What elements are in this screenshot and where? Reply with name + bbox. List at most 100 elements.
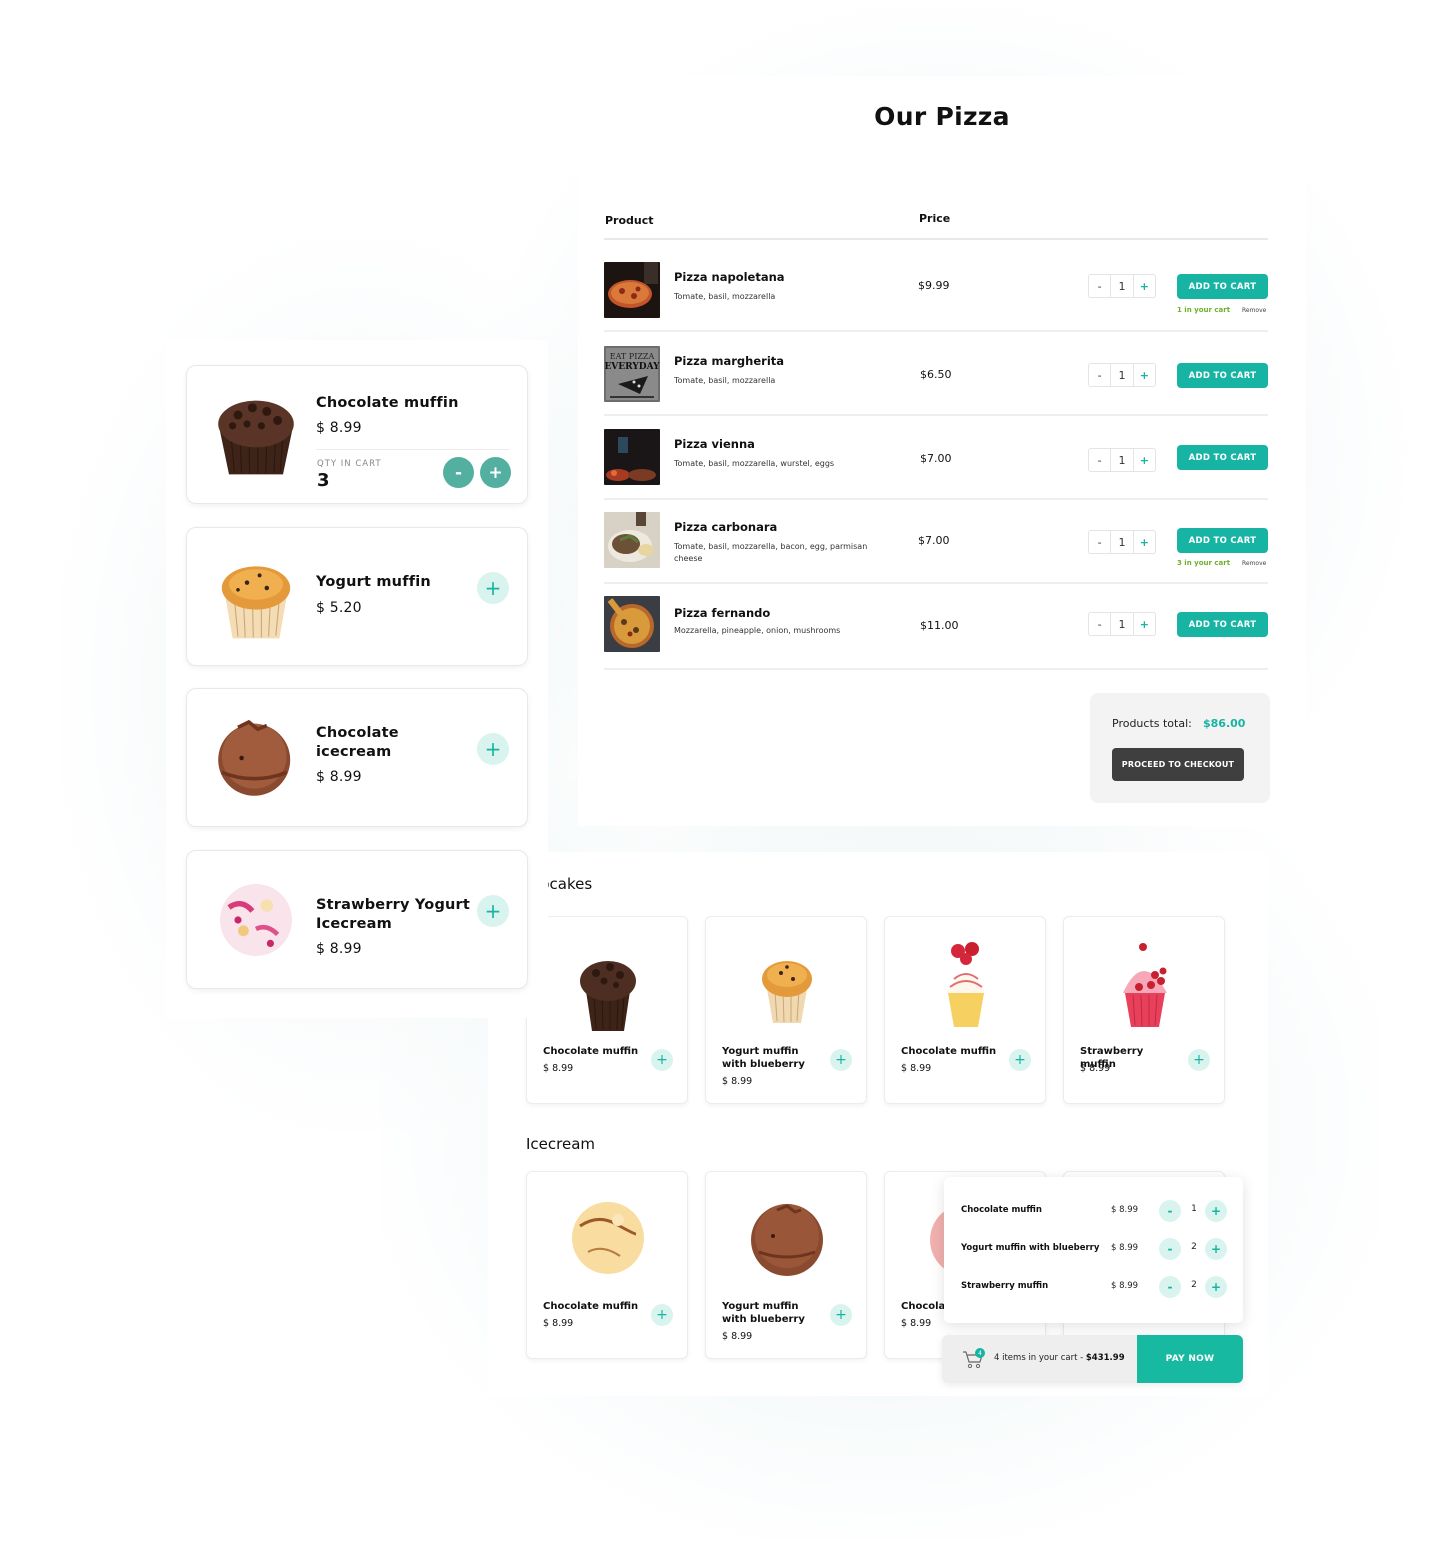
product-price: $ 8.99 <box>722 1076 753 1087</box>
cart-popover: Chocolate muffin $ 8.99 - 1 + Yogurt muf… <box>944 1177 1243 1323</box>
product-name: Yogurt muffin with blueberry <box>722 1046 805 1070</box>
product-card[interactable]: Yogurt muffin with blueberry $ 8.99 + <box>705 1171 867 1359</box>
add-button[interactable]: + <box>830 1049 852 1071</box>
carbonara-plate-photo <box>604 512 660 568</box>
quantity-value[interactable]: 1 <box>1110 449 1132 471</box>
quantity-value[interactable]: 1 <box>1110 275 1132 297</box>
product-card[interactable]: Yogurt muffin with blueberry $ 8.99 + <box>705 916 867 1104</box>
yogurt-muffin-image <box>211 552 301 642</box>
product-card[interactable]: Chocolate muffin $ 8.99 + <box>526 916 688 1104</box>
increment-button[interactable]: + <box>1205 1276 1227 1298</box>
increment-button[interactable]: + <box>1132 275 1155 297</box>
decrement-button[interactable]: - <box>1159 1200 1181 1222</box>
pizza-cart-panel: Our Pizza Product Price Pizza napoletana… <box>578 76 1306 826</box>
increment-button[interactable]: + <box>1132 364 1155 386</box>
product-card[interactable]: Chocolate muffin $ 8.99 + <box>884 916 1046 1104</box>
product-description: Tomate, basil, mozzarella <box>674 292 776 301</box>
product-price: $ 8.99 <box>1080 1063 1111 1074</box>
add-to-cart-button[interactable]: ADD TO CART <box>1177 528 1268 553</box>
column-header-price: Price <box>919 212 951 225</box>
increment-button[interactable]: + <box>1132 449 1155 471</box>
increment-button[interactable]: + <box>1132 531 1155 553</box>
decrement-button[interactable]: - <box>1159 1276 1181 1298</box>
product-card: Strawberry Yogurt Icecream $ 8.99 + <box>186 850 528 989</box>
cart-item-name: Yogurt muffin with blueberry <box>961 1243 1100 1253</box>
increment-button[interactable]: + <box>480 457 511 488</box>
product-name: Chocolate muffin <box>543 1046 639 1057</box>
remove-link[interactable]: Remove <box>1242 560 1266 567</box>
qty-value: 3 <box>317 470 330 491</box>
yogurt-muffin-image <box>737 935 837 1035</box>
remove-link[interactable]: Remove <box>1242 307 1266 314</box>
cart-item-qty: 2 <box>1191 1242 1197 1252</box>
product-name: Chocolate muffin <box>543 1301 639 1312</box>
product-name: Pizza napoletana <box>674 270 785 284</box>
total-value: $86.00 <box>1203 717 1246 730</box>
cart-item-qty: 1 <box>1191 1204 1197 1214</box>
in-cart-status: 3 in your cart <box>1177 559 1231 567</box>
table-row: Pizza carbonara Tomate, basil, mozzarell… <box>604 500 1268 584</box>
cart-item-qty: 2 <box>1191 1280 1197 1290</box>
add-button[interactable]: + <box>651 1304 673 1326</box>
add-to-cart-button[interactable]: ADD TO CART <box>1177 612 1268 637</box>
increment-button[interactable]: + <box>1205 1238 1227 1260</box>
product-price: $ 8.99 <box>316 941 362 957</box>
product-price: $ 8.99 <box>543 1318 574 1329</box>
svg-text:EAT PIZZA: EAT PIZZA <box>610 352 655 361</box>
product-name: Pizza fernando <box>674 606 771 620</box>
product-price: $11.00 <box>920 619 959 632</box>
increment-button[interactable]: + <box>1132 613 1155 635</box>
product-price: $ 8.99 <box>722 1331 753 1342</box>
decrement-button[interactable]: - <box>443 457 474 488</box>
quantity-value[interactable]: 1 <box>1110 531 1132 553</box>
vanilla-icecream-image <box>558 1190 658 1290</box>
product-name: Pizza vienna <box>674 437 755 451</box>
product-price: $ 8.99 <box>901 1318 932 1329</box>
decrement-button[interactable]: - <box>1089 531 1110 553</box>
qty-label: QTY IN CART <box>317 459 382 469</box>
product-description: Tomate, basil, mozzarella, wurstel, eggs <box>674 459 835 468</box>
chocolate-muffin-image <box>558 935 658 1035</box>
table-row: Pizza vienna Tomate, basil, mozzarella, … <box>604 416 1268 500</box>
product-card: Chocolate icecream $ 8.99 + <box>186 688 528 827</box>
quantity-stepper: - 1 + <box>1088 612 1156 636</box>
product-description: Tomate, basil, mozzarella, bacon, egg, p… <box>674 542 868 563</box>
add-button[interactable]: + <box>477 895 509 927</box>
increment-button[interactable]: + <box>1205 1200 1227 1222</box>
cart-item-price: $ 8.99 <box>1111 1205 1139 1215</box>
decrement-button[interactable]: - <box>1089 449 1110 471</box>
add-button[interactable]: + <box>1009 1049 1031 1071</box>
add-to-cart-button[interactable]: ADD TO CART <box>1177 363 1268 388</box>
pizza-oven-photo <box>604 429 660 485</box>
decrement-button[interactable]: - <box>1089 613 1110 635</box>
table-row: Pizza fernando Mozzarella, pineapple, on… <box>604 584 1268 670</box>
product-price: $ 8.99 <box>901 1063 932 1074</box>
product-card[interactable]: Strawberry muffin $ 8.99 + <box>1063 916 1225 1104</box>
add-button[interactable]: + <box>477 572 509 604</box>
decrement-button[interactable]: - <box>1089 275 1110 297</box>
cart-count-badge: 4 <box>975 1348 985 1358</box>
decrement-button[interactable]: - <box>1089 364 1110 386</box>
eat-pizza-everyday-sign-photo: EAT PIZZA EVERYDAY <box>604 346 660 402</box>
proceed-to-checkout-button[interactable]: PROCEED TO CHECKOUT <box>1112 748 1244 781</box>
add-button[interactable]: + <box>1188 1049 1210 1071</box>
add-to-cart-button[interactable]: ADD TO CART <box>1177 274 1268 299</box>
quantity-value[interactable]: 1 <box>1110 364 1132 386</box>
pay-now-button[interactable]: PAY NOW <box>1137 1335 1243 1383</box>
total-label: Products total: <box>1112 717 1192 730</box>
decrement-button[interactable]: - <box>1159 1238 1181 1260</box>
add-button[interactable]: + <box>830 1304 852 1326</box>
add-to-cart-button[interactable]: ADD TO CART <box>1177 445 1268 470</box>
svg-text:EVERYDAY: EVERYDAY <box>604 362 660 372</box>
product-price: $ 8.99 <box>316 420 362 436</box>
add-button[interactable]: + <box>651 1049 673 1071</box>
quantity-value[interactable]: 1 <box>1110 613 1132 635</box>
product-name: Yogurt muffin <box>316 574 431 590</box>
pizza-fernando-photo <box>604 596 660 652</box>
add-button[interactable]: + <box>477 733 509 765</box>
product-description: Mozzarella, pineapple, onion, mushrooms <box>674 626 841 635</box>
cart-total: $431.99 <box>1085 1353 1125 1363</box>
product-description: Tomate, basil, mozzarella <box>674 376 776 385</box>
table-row: EAT PIZZA EVERYDAY Pizza margherita Tomat… <box>604 332 1268 416</box>
product-card[interactable]: Chocolate muffin $ 8.99 + <box>526 1171 688 1359</box>
